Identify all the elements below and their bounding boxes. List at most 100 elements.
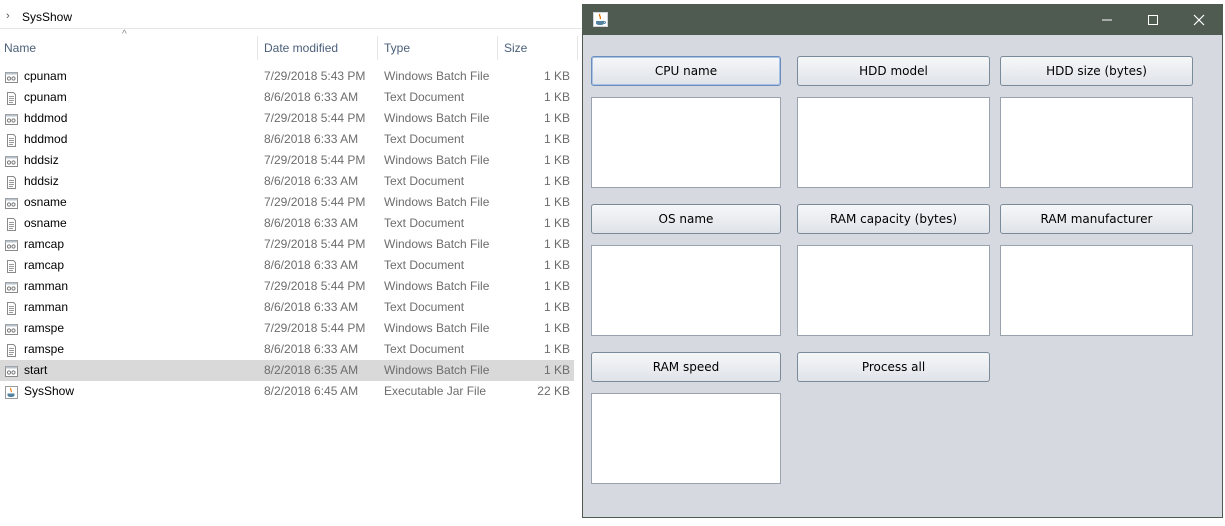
file-date-modified: 7/29/2018 5:44 PM bbox=[264, 153, 366, 167]
file-name: ramspe bbox=[24, 342, 65, 356]
process-all-button[interactable]: Process all bbox=[797, 352, 990, 382]
file-row[interactable]: ramman 8/6/2018 6:33 AM Text Document 1 KB bbox=[0, 297, 574, 318]
file-size: 1 KB bbox=[543, 258, 570, 272]
column-header-type[interactable]: Type bbox=[384, 38, 494, 58]
file-row[interactable]: ramman 7/29/2018 5:44 PM Windows Batch Fil… bbox=[0, 276, 574, 297]
file-type: Windows Batch File bbox=[384, 153, 490, 167]
text-file-icon bbox=[5, 175, 18, 189]
ram-manufacturer-output[interactable] bbox=[1000, 245, 1193, 336]
minimize-icon bbox=[1102, 19, 1112, 21]
file-date-modified: 8/6/2018 6:33 AM bbox=[264, 300, 359, 314]
file-date-modified: 8/6/2018 6:33 AM bbox=[264, 258, 359, 272]
jar-file-icon bbox=[5, 385, 18, 399]
file-date-modified: 7/29/2018 5:44 PM bbox=[264, 237, 366, 251]
cpu-name-button[interactable]: CPU name bbox=[591, 56, 781, 86]
maximize-icon bbox=[1148, 15, 1158, 25]
batch-file-icon bbox=[5, 154, 18, 167]
file-size: 1 KB bbox=[543, 237, 570, 251]
file-type: Text Document bbox=[384, 300, 465, 314]
file-row[interactable]: ramcap 8/6/2018 6:33 AM Text Document 1 KB bbox=[0, 255, 574, 276]
file-row[interactable]: start 8/2/2018 6:35 AM Windows Batch File 1… bbox=[0, 360, 574, 381]
file-type: Windows Batch File bbox=[384, 321, 490, 335]
batch-file-icon bbox=[5, 196, 18, 209]
breadcrumb-folder[interactable]: SysShow bbox=[22, 10, 72, 24]
file-type: Windows Batch File bbox=[384, 69, 490, 83]
ram-speed-button[interactable]: RAM speed bbox=[591, 352, 781, 382]
text-file-icon bbox=[5, 301, 18, 315]
file-size: 1 KB bbox=[543, 90, 570, 104]
file-name: ramcap bbox=[24, 258, 65, 272]
hdd-size-output[interactable] bbox=[1000, 97, 1193, 188]
file-size: 1 KB bbox=[543, 174, 570, 188]
cpu-name-output[interactable] bbox=[591, 97, 781, 188]
file-type: Text Document bbox=[384, 174, 465, 188]
column-header-name[interactable]: Name bbox=[4, 38, 254, 58]
file-row[interactable]: hddsiz 8/6/2018 6:33 AM Text Document 1 KB bbox=[0, 171, 574, 192]
file-name: ramman bbox=[24, 300, 69, 314]
file-date-modified: 8/6/2018 6:33 AM bbox=[264, 132, 359, 146]
file-type: Text Document bbox=[384, 132, 465, 146]
file-type: Text Document bbox=[384, 216, 465, 230]
file-type: Windows Batch File bbox=[384, 237, 490, 251]
os-name-button[interactable]: OS name bbox=[591, 204, 781, 234]
file-row[interactable]: ramspe 8/6/2018 6:33 AM Text Document 1 KB bbox=[0, 339, 574, 360]
file-name: osname bbox=[24, 195, 67, 209]
file-size: 1 KB bbox=[543, 216, 570, 230]
chevron-right-icon[interactable]: › bbox=[6, 10, 10, 22]
ram-capacity-output[interactable] bbox=[797, 245, 990, 336]
hdd-size-button[interactable]: HDD size (bytes) bbox=[1000, 56, 1193, 86]
column-divider[interactable] bbox=[257, 36, 258, 60]
file-row[interactable]: ramspe 7/29/2018 5:44 PM Windows Batch Fil… bbox=[0, 318, 574, 339]
file-name: ramman bbox=[24, 279, 69, 293]
file-size: 1 KB bbox=[543, 111, 570, 125]
os-name-output[interactable] bbox=[591, 245, 781, 336]
file-row[interactable]: cpunam 7/29/2018 5:43 PM Windows Batch Fil… bbox=[0, 66, 574, 87]
file-row[interactable]: hddmod 8/6/2018 6:33 AM Text Document 1 KB bbox=[0, 129, 574, 150]
file-row[interactable]: hddmod 7/29/2018 5:44 PM Windows Batch Fil… bbox=[0, 108, 574, 129]
file-row[interactable]: SysShow 8/2/2018 6:45 AM Executable Jar Fi… bbox=[0, 381, 574, 402]
ram-manufacturer-button[interactable]: RAM manufacturer bbox=[1000, 204, 1193, 234]
hdd-model-output[interactable] bbox=[797, 97, 990, 188]
column-divider[interactable] bbox=[377, 36, 378, 60]
file-type: Windows Batch File bbox=[384, 363, 490, 377]
file-date-modified: 8/6/2018 6:33 AM bbox=[264, 216, 359, 230]
close-icon bbox=[1193, 14, 1205, 26]
batch-file-icon bbox=[5, 70, 18, 83]
file-date-modified: 8/6/2018 6:33 AM bbox=[264, 342, 359, 356]
file-date-modified: 7/29/2018 5:44 PM bbox=[264, 321, 366, 335]
file-date-modified: 8/2/2018 6:35 AM bbox=[264, 363, 359, 377]
file-name: ramspe bbox=[24, 321, 65, 335]
file-name: hddmod bbox=[24, 111, 68, 125]
file-date-modified: 7/29/2018 5:44 PM bbox=[264, 195, 366, 209]
column-header-date[interactable]: Date modified bbox=[264, 38, 374, 58]
text-file-icon bbox=[5, 133, 18, 147]
batch-file-icon bbox=[5, 280, 18, 293]
hdd-model-button[interactable]: HDD model bbox=[797, 56, 990, 86]
file-row[interactable]: osname 8/6/2018 6:33 AM Text Document 1 KB bbox=[0, 213, 574, 234]
minimize-button[interactable] bbox=[1084, 5, 1130, 35]
file-row[interactable]: osname 7/29/2018 5:44 PM Windows Batch Fil… bbox=[0, 192, 574, 213]
file-date-modified: 8/6/2018 6:33 AM bbox=[264, 174, 359, 188]
window-titlebar[interactable] bbox=[583, 5, 1222, 35]
column-divider[interactable] bbox=[577, 36, 578, 60]
file-size: 1 KB bbox=[543, 195, 570, 209]
column-header-size[interactable]: Size bbox=[504, 38, 564, 58]
file-row[interactable]: cpunam 8/6/2018 6:33 AM Text Document 1 KB bbox=[0, 87, 574, 108]
file-date-modified: 7/29/2018 5:43 PM bbox=[264, 69, 366, 83]
file-size: 1 KB bbox=[543, 363, 570, 377]
file-row[interactable]: ramcap 7/29/2018 5:44 PM Windows Batch Fil… bbox=[0, 234, 574, 255]
file-type: Text Document bbox=[384, 342, 465, 356]
column-divider[interactable] bbox=[497, 36, 498, 60]
sysshow-window: CPU name HDD model HDD size (bytes) OS n… bbox=[582, 4, 1223, 518]
close-button[interactable] bbox=[1176, 5, 1222, 35]
file-row[interactable]: hddsiz 7/29/2018 5:44 PM Windows Batch Fil… bbox=[0, 150, 574, 171]
maximize-button[interactable] bbox=[1130, 5, 1176, 35]
file-explorer: › SysShow ^ Name Date modified Type Size… bbox=[0, 0, 582, 526]
ram-speed-output[interactable] bbox=[591, 393, 781, 484]
file-name: SysShow bbox=[24, 384, 75, 398]
breadcrumb: › SysShow bbox=[0, 6, 582, 29]
file-size: 1 KB bbox=[543, 279, 570, 293]
file-list: cpunam 7/29/2018 5:43 PM Windows Batch Fil… bbox=[0, 66, 574, 402]
ram-capacity-button[interactable]: RAM capacity (bytes) bbox=[797, 204, 990, 234]
text-file-icon bbox=[5, 343, 18, 357]
